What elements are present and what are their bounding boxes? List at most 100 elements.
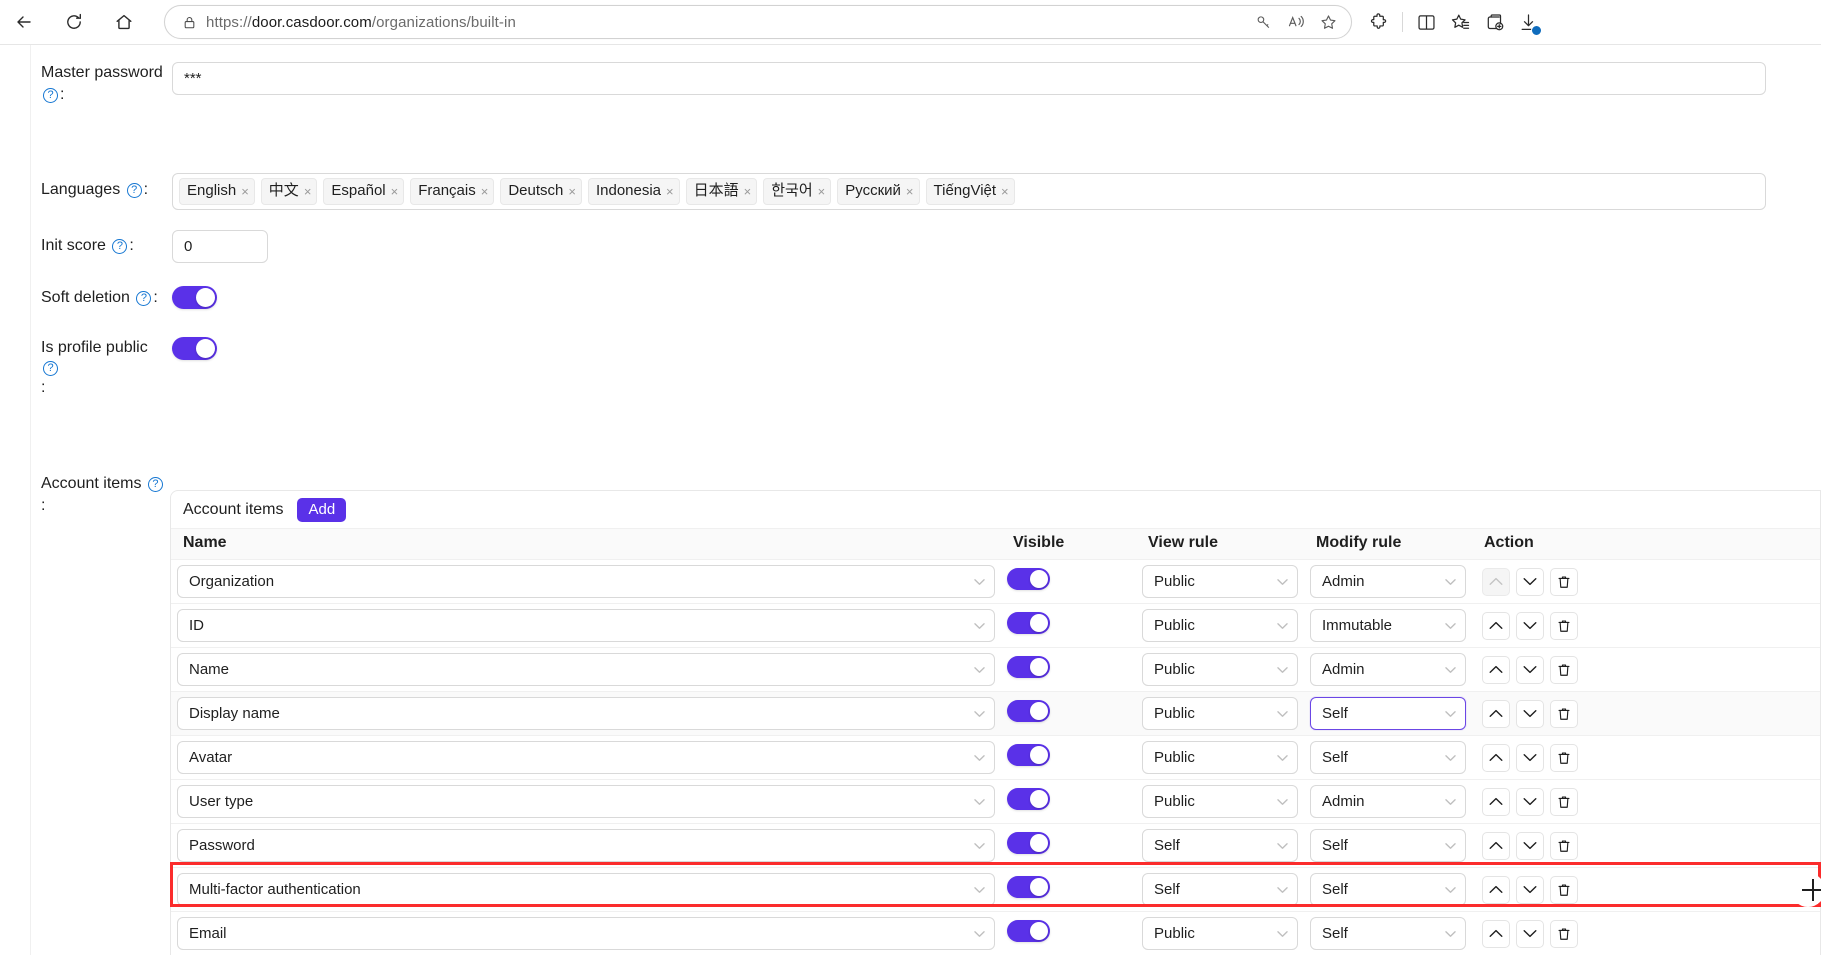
visible-toggle[interactable]	[1007, 832, 1050, 854]
language-tag[interactable]: English×	[179, 178, 255, 205]
visible-toggle[interactable]	[1007, 656, 1050, 678]
view-rule-select[interactable]: Public	[1142, 741, 1298, 774]
move-down-button[interactable]	[1516, 876, 1544, 904]
view-rule-select[interactable]: Self	[1142, 829, 1298, 862]
delete-button[interactable]	[1550, 920, 1578, 948]
language-tag[interactable]: TiếngViệt×	[926, 178, 1015, 205]
remove-tag-icon[interactable]: ×	[744, 185, 752, 198]
downloads-icon[interactable]	[1511, 5, 1545, 39]
modify-rule-select[interactable]: Self	[1310, 917, 1466, 950]
read-aloud-icon[interactable]	[1281, 7, 1311, 37]
delete-button[interactable]	[1550, 700, 1578, 728]
modify-rule-select[interactable]: Self	[1310, 873, 1466, 906]
visible-toggle[interactable]	[1007, 568, 1050, 590]
move-up-button[interactable]	[1482, 612, 1510, 640]
remove-tag-icon[interactable]: ×	[391, 185, 399, 198]
name-select[interactable]: Organization	[177, 565, 995, 598]
name-select[interactable]: Display name	[177, 697, 995, 730]
name-select[interactable]: Email	[177, 917, 995, 950]
modify-rule-select[interactable]: Self	[1310, 829, 1466, 862]
favorites-icon[interactable]	[1443, 5, 1477, 39]
remove-tag-icon[interactable]: ×	[818, 185, 826, 198]
language-tag[interactable]: 한국어×	[763, 178, 831, 205]
visible-toggle[interactable]	[1007, 876, 1050, 898]
add-button[interactable]: Add	[297, 498, 346, 522]
address-bar[interactable]: https://door.casdoor.com/organizations/b…	[164, 5, 1352, 39]
back-button[interactable]	[5, 3, 43, 41]
move-down-button[interactable]	[1516, 700, 1544, 728]
view-rule-select[interactable]: Public	[1142, 785, 1298, 818]
move-up-button[interactable]	[1482, 744, 1510, 772]
delete-button[interactable]	[1550, 612, 1578, 640]
visible-toggle[interactable]	[1007, 744, 1050, 766]
move-down-button[interactable]	[1516, 656, 1544, 684]
modify-rule-select[interactable]: Self	[1310, 697, 1466, 730]
view-rule-select[interactable]: Public	[1142, 609, 1298, 642]
modify-rule-select[interactable]: Admin	[1310, 785, 1466, 818]
move-down-button[interactable]	[1516, 920, 1544, 948]
modify-rule-select[interactable]: Immutable	[1310, 609, 1466, 642]
master-password-input[interactable]	[172, 62, 1766, 95]
help-icon[interactable]: ?	[127, 183, 142, 198]
delete-button[interactable]	[1550, 876, 1578, 904]
move-down-button[interactable]	[1516, 832, 1544, 860]
move-up-button[interactable]	[1482, 788, 1510, 816]
visible-toggle[interactable]	[1007, 920, 1050, 942]
key-icon[interactable]	[1249, 7, 1279, 37]
move-down-button[interactable]	[1516, 568, 1544, 596]
remove-tag-icon[interactable]: ×	[481, 185, 489, 198]
init-score-input[interactable]	[172, 230, 268, 263]
favorite-star-icon[interactable]	[1313, 7, 1343, 37]
remove-tag-icon[interactable]: ×	[1001, 185, 1009, 198]
language-tag[interactable]: Indonesia×	[588, 178, 680, 205]
languages-tag-field[interactable]: English×中文×Español×Français×Deutsch×Indo…	[172, 173, 1766, 210]
modify-rule-select[interactable]: Admin	[1310, 653, 1466, 686]
soft-deletion-toggle[interactable]	[172, 286, 217, 309]
move-down-button[interactable]	[1516, 612, 1544, 640]
is-profile-public-toggle[interactable]	[172, 337, 217, 360]
reload-button[interactable]	[55, 3, 93, 41]
view-rule-select[interactable]: Public	[1142, 565, 1298, 598]
help-icon[interactable]: ?	[43, 361, 58, 376]
view-rule-select[interactable]: Public	[1142, 697, 1298, 730]
remove-tag-icon[interactable]: ×	[666, 185, 674, 198]
move-up-button[interactable]	[1482, 876, 1510, 904]
visible-toggle[interactable]	[1007, 612, 1050, 634]
name-select[interactable]: Password	[177, 829, 995, 862]
delete-button[interactable]	[1550, 568, 1578, 596]
remove-tag-icon[interactable]: ×	[568, 185, 576, 198]
language-tag[interactable]: Русский×	[837, 178, 919, 205]
extensions-icon[interactable]	[1362, 5, 1396, 39]
view-rule-select[interactable]: Self	[1142, 873, 1298, 906]
language-tag[interactable]: Français×	[410, 178, 494, 205]
help-icon[interactable]: ?	[43, 88, 58, 103]
modify-rule-select[interactable]: Admin	[1310, 565, 1466, 598]
help-icon[interactable]: ?	[148, 477, 163, 492]
visible-toggle[interactable]	[1007, 700, 1050, 722]
remove-tag-icon[interactable]: ×	[906, 185, 914, 198]
language-tag[interactable]: 中文×	[261, 178, 318, 205]
collections-icon[interactable]	[1477, 5, 1511, 39]
split-screen-icon[interactable]	[1409, 5, 1443, 39]
delete-button[interactable]	[1550, 744, 1578, 772]
move-up-button[interactable]	[1482, 568, 1510, 596]
view-rule-select[interactable]: Public	[1142, 653, 1298, 686]
move-up-button[interactable]	[1482, 832, 1510, 860]
language-tag[interactable]: Deutsch×	[500, 178, 582, 205]
name-select[interactable]: Avatar	[177, 741, 995, 774]
home-button[interactable]	[105, 3, 143, 41]
move-down-button[interactable]	[1516, 788, 1544, 816]
move-down-button[interactable]	[1516, 744, 1544, 772]
remove-tag-icon[interactable]: ×	[304, 185, 312, 198]
move-up-button[interactable]	[1482, 700, 1510, 728]
language-tag[interactable]: Español×	[323, 178, 404, 205]
help-icon[interactable]: ?	[112, 239, 127, 254]
delete-button[interactable]	[1550, 656, 1578, 684]
name-select[interactable]: Name	[177, 653, 995, 686]
name-select[interactable]: Multi-factor authentication	[177, 873, 995, 906]
delete-button[interactable]	[1550, 788, 1578, 816]
view-rule-select[interactable]: Public	[1142, 917, 1298, 950]
help-icon[interactable]: ?	[136, 291, 151, 306]
remove-tag-icon[interactable]: ×	[241, 185, 249, 198]
delete-button[interactable]	[1550, 832, 1578, 860]
